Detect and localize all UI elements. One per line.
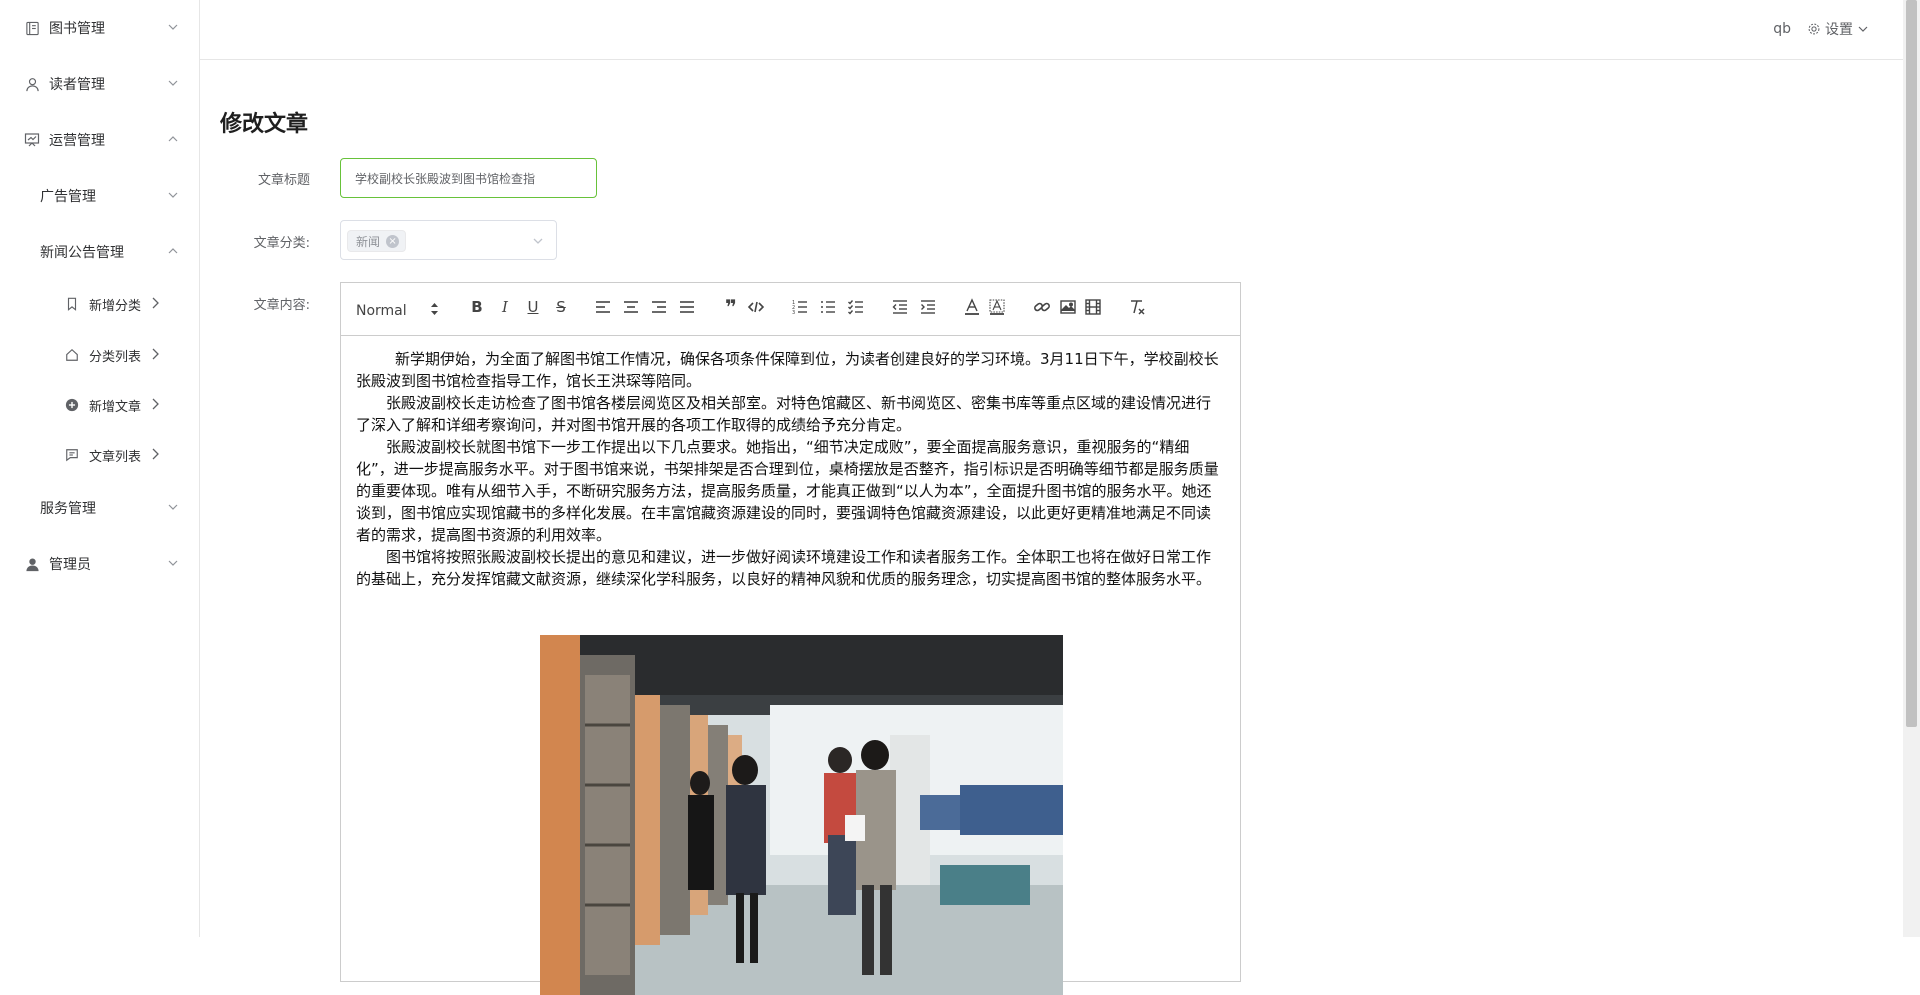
updown-icon bbox=[431, 303, 438, 315]
clear-format-icon[interactable] bbox=[1126, 296, 1148, 318]
chevron-right-icon bbox=[152, 448, 159, 460]
page-title: 修改文章 bbox=[220, 112, 309, 137]
editor-paragraph: 张殿波副校长就图书馆下一步工作提出以下几点要求。她指出，“细节决定成败”，要全面… bbox=[356, 438, 1219, 544]
username-label[interactable]: qb bbox=[1773, 21, 1791, 37]
sidebar-item-label: 运营管理 bbox=[49, 133, 105, 149]
sidebar-item-news-management[interactable]: 新闻公告管理 bbox=[0, 224, 199, 280]
article-title-value: 学校副校长张殿波到图书馆检查指 bbox=[355, 171, 536, 186]
sidebar-item-label: 图书管理 bbox=[49, 21, 105, 37]
chevron-down-icon bbox=[168, 192, 178, 198]
scrollbar-thumb[interactable] bbox=[1906, 0, 1917, 727]
sidebar-item-label: 文章列表 bbox=[89, 449, 142, 465]
editor-toolbar: Normal B I U S ❞ 123 bbox=[341, 283, 1240, 336]
sidebar-item-ad-management[interactable]: 广告管理 bbox=[0, 168, 199, 224]
title-label: 文章标题 bbox=[257, 173, 310, 188]
align-center-icon[interactable] bbox=[620, 296, 642, 318]
category-tag: 新闻 × bbox=[347, 230, 407, 252]
editor-content[interactable]: 新学期伊始，为全面了解图书馆工作情况，确保各项条件保障到位，为读者创建良好的学习… bbox=[341, 336, 1240, 602]
chevron-up-icon bbox=[168, 248, 178, 254]
settings-label: 设置 bbox=[1825, 22, 1853, 38]
sidebar-item-label: 新闻公告管理 bbox=[40, 245, 124, 261]
editor-paragraph: 张殿波副校长走访检查了图书馆各楼层阅览区及相关部室。对特色馆藏区、新书阅览区、密… bbox=[356, 394, 1212, 434]
user-icon bbox=[24, 76, 40, 92]
home-icon bbox=[64, 347, 80, 363]
outdent-icon[interactable] bbox=[889, 296, 911, 318]
sidebar-item-label: 新增文章 bbox=[89, 399, 142, 415]
sidebar-item-add-category[interactable]: 新增分类 bbox=[0, 276, 199, 332]
rich-text-editor: Normal B I U S ❞ 123 新学期伊始，为全面了解图书馆工作情况，… bbox=[340, 282, 1241, 995]
chevron-right-icon bbox=[152, 398, 159, 410]
checklist-icon[interactable] bbox=[845, 296, 867, 318]
italic-icon[interactable]: I bbox=[494, 296, 516, 318]
blockquote-icon[interactable]: ❞ bbox=[720, 295, 742, 319]
chevron-right-icon bbox=[152, 297, 159, 309]
sidebar-item-label: 广告管理 bbox=[40, 189, 96, 205]
chevron-down-icon bbox=[168, 504, 178, 510]
sidebar-item-book-management[interactable]: 图书管理 bbox=[0, 0, 199, 56]
sidebar: 图书管理 读者管理 运营管理 广告管理 新闻公告管理 新增分类 分类列表 新增文… bbox=[0, 0, 200, 937]
sidebar-item-operations-management[interactable]: 运营管理 bbox=[0, 112, 199, 168]
sidebar-item-service-management[interactable]: 服务管理 bbox=[0, 480, 199, 536]
bookmark-icon bbox=[64, 296, 80, 312]
sidebar-item-article-list[interactable]: 文章列表 bbox=[0, 427, 199, 483]
bold-icon[interactable]: B bbox=[466, 296, 488, 318]
plus-circle-icon bbox=[64, 397, 80, 413]
main-content: 修改文章 文章标题 学校副校长张殿波到图书馆检查指 文章分类: 新闻 × 文章内… bbox=[200, 61, 1903, 995]
align-right-icon[interactable] bbox=[648, 296, 670, 318]
content-label: 文章内容: bbox=[253, 298, 310, 313]
sidebar-item-label: 读者管理 bbox=[49, 77, 105, 93]
chevron-down-icon bbox=[168, 80, 178, 86]
admin-user-icon bbox=[24, 556, 40, 572]
category-tag-label: 新闻 bbox=[356, 234, 381, 249]
svg-text:3: 3 bbox=[792, 310, 795, 316]
presentation-icon bbox=[24, 132, 40, 148]
category-select[interactable]: 新闻 × bbox=[340, 220, 557, 260]
sidebar-item-label: 服务管理 bbox=[40, 501, 96, 517]
book-icon bbox=[24, 20, 40, 36]
link-icon[interactable] bbox=[1031, 296, 1053, 318]
editor-paragraph: 新学期伊始，为全面了解图书馆工作情况，确保各项条件保障到位，为读者创建良好的学习… bbox=[356, 350, 1219, 390]
align-left-icon[interactable] bbox=[592, 296, 614, 318]
sidebar-item-category-list[interactable]: 分类列表 bbox=[0, 327, 199, 383]
align-justify-icon[interactable] bbox=[676, 296, 698, 318]
chevron-down-icon bbox=[168, 560, 178, 566]
message-icon bbox=[64, 447, 80, 463]
sidebar-item-label: 管理员 bbox=[49, 557, 91, 573]
close-icon[interactable]: × bbox=[386, 234, 400, 248]
bullet-list-icon[interactable] bbox=[817, 296, 839, 318]
editor-paragraph: 图书馆将按照张殿波副校长提出的意见和建议，进一步做好阅读环境建设工作和读者服务工… bbox=[356, 548, 1212, 588]
sidebar-item-reader-management[interactable]: 读者管理 bbox=[0, 56, 199, 112]
chevron-down-icon bbox=[1858, 26, 1868, 32]
chevron-down-icon bbox=[533, 238, 543, 244]
image-icon[interactable] bbox=[1057, 296, 1079, 318]
article-photo bbox=[540, 635, 1063, 995]
category-label: 文章分类: bbox=[253, 236, 310, 251]
chevron-right-icon bbox=[152, 348, 159, 360]
heading-select-value: Normal bbox=[356, 303, 407, 319]
top-header: qb 设置 bbox=[200, 0, 1903, 60]
sidebar-item-add-article[interactable]: 新增文章 bbox=[0, 377, 199, 433]
heading-select[interactable]: Normal bbox=[356, 299, 441, 323]
chevron-up-icon bbox=[168, 136, 178, 142]
text-color-icon[interactable] bbox=[961, 296, 983, 318]
scrollbar[interactable] bbox=[1903, 0, 1920, 937]
code-block-icon[interactable] bbox=[745, 296, 767, 318]
article-title-input[interactable]: 学校副校长张殿波到图书馆检查指 bbox=[340, 158, 597, 198]
chevron-down-icon bbox=[168, 24, 178, 30]
sidebar-item-admin[interactable]: 管理员 bbox=[0, 536, 199, 592]
sidebar-item-label: 分类列表 bbox=[89, 349, 142, 365]
indent-icon[interactable] bbox=[917, 296, 939, 318]
strike-icon[interactable]: S bbox=[550, 296, 572, 318]
ordered-list-icon[interactable]: 123 bbox=[789, 296, 811, 318]
video-icon[interactable] bbox=[1082, 296, 1104, 318]
gear-icon bbox=[1808, 23, 1820, 35]
underline-icon[interactable]: U bbox=[522, 296, 544, 318]
sidebar-item-label: 新增分类 bbox=[89, 298, 142, 314]
background-color-icon[interactable] bbox=[986, 296, 1008, 318]
settings-dropdown[interactable]: 设置 bbox=[1807, 19, 1869, 39]
